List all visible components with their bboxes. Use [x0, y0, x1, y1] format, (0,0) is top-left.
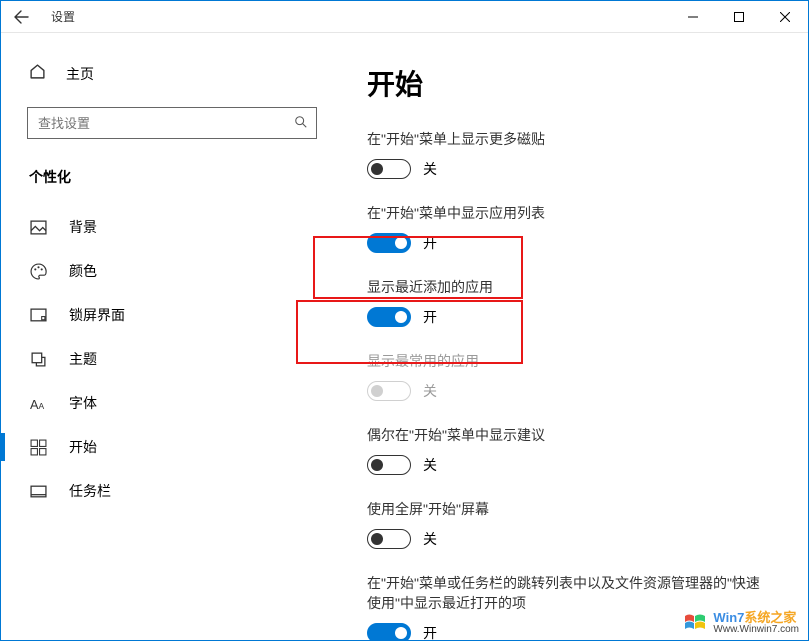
setting-label: 使用全屏"开始"屏幕 [367, 499, 772, 519]
setting-label: 偶尔在"开始"菜单中显示建议 [367, 425, 772, 445]
close-button[interactable] [762, 1, 808, 33]
picture-icon [29, 219, 47, 236]
titlebar-left: 设置 [9, 5, 670, 29]
body: 主页 个性化 背景 颜色 锁屏界面 [1, 33, 808, 640]
setting-recent-apps: 显示最近添加的应用 开 [367, 277, 772, 327]
toggle-state-text: 关 [423, 159, 437, 179]
search-icon [294, 115, 308, 132]
sidebar-item-label: 背景 [69, 217, 97, 237]
windows-flag-icon [683, 612, 707, 634]
maximize-icon [734, 12, 744, 22]
toggle-row: 开 [367, 233, 772, 253]
toggle-row: 关 [367, 381, 772, 401]
font-icon: AA [29, 395, 47, 412]
arrow-left-icon [13, 9, 29, 25]
toggle-suggestions[interactable] [367, 455, 411, 475]
setting-label: 在"开始"菜单上显示更多磁贴 [367, 129, 772, 149]
watermark-text: Win7系统之家 Www.Winwin7.com [713, 611, 799, 635]
sidebar-item-taskbar[interactable]: 任务栏 [21, 469, 331, 513]
titlebar: 设置 [1, 1, 808, 33]
toggle-row: 关 [367, 529, 772, 549]
close-icon [780, 12, 790, 22]
sidebar-item-label: 颜色 [69, 261, 97, 281]
minimize-icon [688, 12, 698, 22]
setting-suggestions: 偶尔在"开始"菜单中显示建议 关 [367, 425, 772, 475]
page-title: 开始 [367, 63, 772, 103]
settings-window: 设置 主页 [0, 0, 809, 641]
toggle-row: 关 [367, 159, 772, 179]
toggle-state-text: 关 [423, 529, 437, 549]
watermark-url: Www.Winwin7.com [713, 625, 799, 636]
sidebar-item-label: 锁屏界面 [69, 305, 125, 325]
sidebar-item-colors[interactable]: 颜色 [21, 249, 331, 293]
content-area: 开始 在"开始"菜单上显示更多磁贴 关 在"开始"菜单中显示应用列表 开 显示最… [331, 33, 808, 640]
toggle-state-text: 开 [423, 233, 437, 253]
theme-icon [29, 351, 47, 368]
toggle-jumplist[interactable] [367, 623, 411, 640]
sidebar-item-label: 字体 [69, 393, 97, 413]
nav-list: 背景 颜色 锁屏界面 主题 AA 字体 [21, 205, 331, 513]
setting-label: 在"开始"菜单中显示应用列表 [367, 203, 772, 223]
window-controls [670, 1, 808, 33]
setting-more-tiles: 在"开始"菜单上显示更多磁贴 关 [367, 129, 772, 179]
toggle-recent-apps[interactable] [367, 307, 411, 327]
search-box[interactable] [27, 107, 317, 139]
sidebar-item-start[interactable]: 开始 [21, 425, 331, 469]
back-button[interactable] [9, 5, 33, 29]
taskbar-icon [29, 483, 47, 500]
setting-app-list: 在"开始"菜单中显示应用列表 开 [367, 203, 772, 253]
toggle-app-list[interactable] [367, 233, 411, 253]
sidebar-item-lockscreen[interactable]: 锁屏界面 [21, 293, 331, 337]
toggle-state-text: 关 [423, 455, 437, 475]
sidebar-item-label: 主题 [69, 349, 97, 369]
sidebar-item-label: 任务栏 [69, 481, 111, 501]
search-input[interactable] [38, 116, 282, 131]
toggle-fullscreen-start[interactable] [367, 529, 411, 549]
home-icon [29, 63, 46, 85]
watermark-brand: Win7系统之家 [713, 611, 799, 625]
toggle-most-used [367, 381, 411, 401]
sidebar-item-label: 开始 [69, 437, 97, 457]
setting-label: 在"开始"菜单或任务栏的跳转列表中以及文件资源管理器的"快速使用"中显示最近打开… [367, 573, 772, 613]
lockscreen-icon [29, 307, 47, 324]
svg-text:A: A [38, 400, 44, 410]
maximize-button[interactable] [716, 1, 762, 33]
section-title: 个性化 [29, 167, 331, 187]
watermark: Win7系统之家 Www.Winwin7.com [679, 609, 803, 637]
sidebar-item-background[interactable]: 背景 [21, 205, 331, 249]
sidebar-item-themes[interactable]: 主题 [21, 337, 331, 381]
setting-label: 显示最常用的应用 [367, 351, 772, 371]
toggle-state-text: 关 [423, 381, 437, 401]
sidebar-item-fonts[interactable]: AA 字体 [21, 381, 331, 425]
home-label: 主页 [66, 64, 94, 84]
toggle-row: 开 [367, 307, 772, 327]
setting-fullscreen-start: 使用全屏"开始"屏幕 关 [367, 499, 772, 549]
sidebar: 主页 个性化 背景 颜色 锁屏界面 [1, 33, 331, 640]
home-link[interactable]: 主页 [21, 53, 331, 95]
palette-icon [29, 263, 47, 280]
toggle-state-text: 开 [423, 623, 437, 640]
toggle-more-tiles[interactable] [367, 159, 411, 179]
start-icon [29, 439, 47, 456]
window-title: 设置 [51, 8, 75, 25]
setting-most-used: 显示最常用的应用 关 [367, 351, 772, 401]
toggle-state-text: 开 [423, 307, 437, 327]
toggle-row: 关 [367, 455, 772, 475]
setting-label: 显示最近添加的应用 [367, 277, 772, 297]
minimize-button[interactable] [670, 1, 716, 33]
